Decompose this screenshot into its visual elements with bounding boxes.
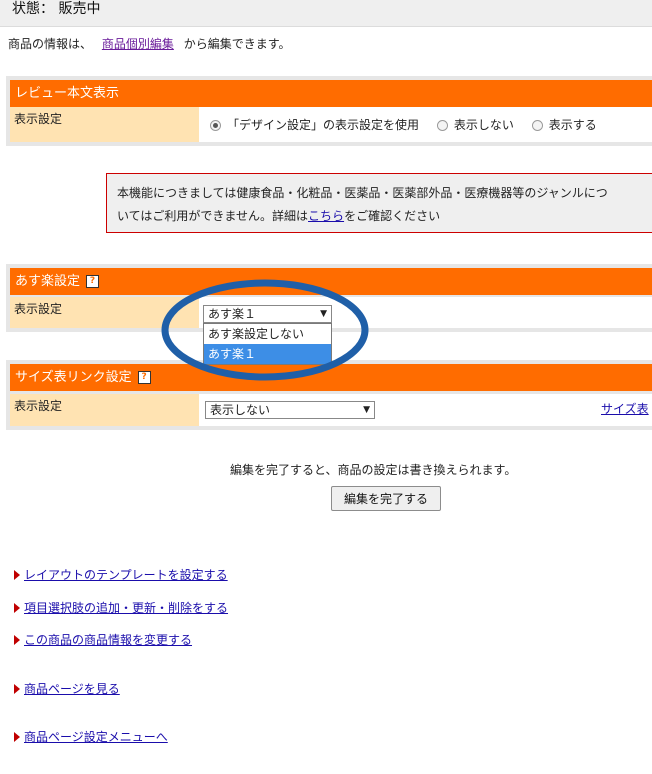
size-link-section: サイズ表リンク設定? 表示設定 サイズ表 <box>6 360 652 430</box>
asuraku-row-label: 表示設定 <box>10 297 199 328</box>
radio-hide[interactable]: 表示しない <box>436 116 514 133</box>
dropdown-option[interactable]: あす楽設定しない <box>204 324 331 344</box>
nav-link-layout-template[interactable]: レイアウトのテンプレートを設定する <box>14 566 228 583</box>
nav-link-text[interactable]: レイアウトのテンプレートを設定する <box>24 568 228 582</box>
nav-link-text[interactable]: 項目選択肢の追加・更新・削除をする <box>24 601 228 615</box>
review-row-body: 「デザイン設定」の表示設定を使用 表示しない 表示する <box>200 107 652 142</box>
asuraku-select[interactable]: あす楽１ ▼ <box>203 305 332 323</box>
radio-unchecked-icon[interactable] <box>436 120 448 131</box>
review-row: 表示設定 「デザイン設定」の表示設定を使用 表示しない 表示する <box>10 107 652 142</box>
nav-link-settings-menu[interactable]: 商品ページ設定メニューへ <box>14 728 168 745</box>
nav-link-text[interactable]: この商品の商品情報を変更する <box>24 633 192 647</box>
product-edit-link[interactable]: 商品個別編集 <box>102 37 174 51</box>
nav-link-view-page[interactable]: 商品ページを見る <box>14 680 120 697</box>
asuraku-select-value: あす楽１ <box>208 307 257 321</box>
asuraku-dropdown-list: あす楽設定しない あす楽１ <box>203 323 332 365</box>
genre-notice: 本機能につきましては健康食品・化粧品・医薬品・医薬部外品・医療機器等のジャンルに… <box>106 173 652 233</box>
size-chart-link[interactable]: サイズ表 <box>601 400 649 417</box>
radio-label: 表示する <box>548 118 597 132</box>
nav-link-text[interactable]: 商品ページを見る <box>24 682 120 696</box>
asuraku-title: あす楽設定 <box>15 274 81 289</box>
info-line: 商品の情報は、 商品個別編集 から編集できます。 <box>8 35 291 52</box>
info-suffix: から編集できます。 <box>183 37 291 51</box>
review-title: レビュー本文表示 <box>15 86 120 101</box>
radio-label: 「デザイン設定」の表示設定を使用 <box>227 118 420 132</box>
dropdown-option-highlighted[interactable]: あす楽１ <box>204 344 331 364</box>
notice-text-1: 本機能につきましては健康食品・化粧品・医薬品・医薬部外品・医療機器等のジャンルに… <box>117 186 608 200</box>
size-link-select-value: 表示しない <box>210 403 271 417</box>
arrow-right-icon <box>14 570 20 580</box>
help-icon[interactable]: ? <box>137 371 151 384</box>
radio-checked-icon[interactable] <box>210 120 221 131</box>
notice-details-link[interactable]: こちら <box>308 209 344 223</box>
info-prefix: 商品の情報は、 <box>8 37 93 51</box>
review-radio-group: 「デザイン設定」の表示設定を使用 表示しない 表示する <box>210 116 611 133</box>
radio-show[interactable]: 表示する <box>531 116 597 133</box>
radio-label: 表示しない <box>453 118 514 132</box>
dropdown-arrow-icon: ▼ <box>320 309 327 319</box>
arrow-right-icon <box>14 635 20 645</box>
arrow-right-icon <box>14 732 20 742</box>
complete-message: 編集を完了すると、商品の設定は書き換えられます。 <box>230 463 517 477</box>
dropdown-arrow-icon: ▼ <box>363 405 370 415</box>
notice-text-3: をご確認ください <box>344 209 441 223</box>
review-row-label: 表示設定 <box>10 107 199 142</box>
status-text: 状態： 販売中 <box>12 1 101 17</box>
review-header: レビュー本文表示 <box>10 80 652 107</box>
arrow-right-icon <box>14 603 20 613</box>
nav-link-product-info[interactable]: この商品の商品情報を変更する <box>14 631 192 648</box>
radio-unchecked-icon[interactable] <box>531 120 543 131</box>
size-link-title: サイズ表リンク設定 <box>15 370 132 385</box>
nav-link-option-items[interactable]: 項目選択肢の追加・更新・削除をする <box>14 599 228 616</box>
nav-link-text[interactable]: 商品ページ設定メニューへ <box>24 730 168 744</box>
help-icon[interactable]: ? <box>86 275 100 288</box>
arrow-right-icon <box>14 684 20 694</box>
review-section: レビュー本文表示 表示設定 「デザイン設定」の表示設定を使用 表示しない 表示す… <box>6 76 652 146</box>
size-link-header: サイズ表リンク設定? <box>10 364 652 391</box>
notice-text-2: いてはご利用ができません。詳細は <box>117 209 309 223</box>
size-link-select[interactable]: 表示しない ▼ <box>205 401 375 419</box>
status-bar: 状態： 販売中 <box>0 0 652 27</box>
size-link-row-label: 表示設定 <box>10 394 199 426</box>
radio-use-design[interactable]: 「デザイン設定」の表示設定を使用 <box>210 116 419 133</box>
complete-edit-button[interactable]: 編集を完了する <box>331 486 441 511</box>
asuraku-header: あす楽設定? <box>10 268 652 295</box>
